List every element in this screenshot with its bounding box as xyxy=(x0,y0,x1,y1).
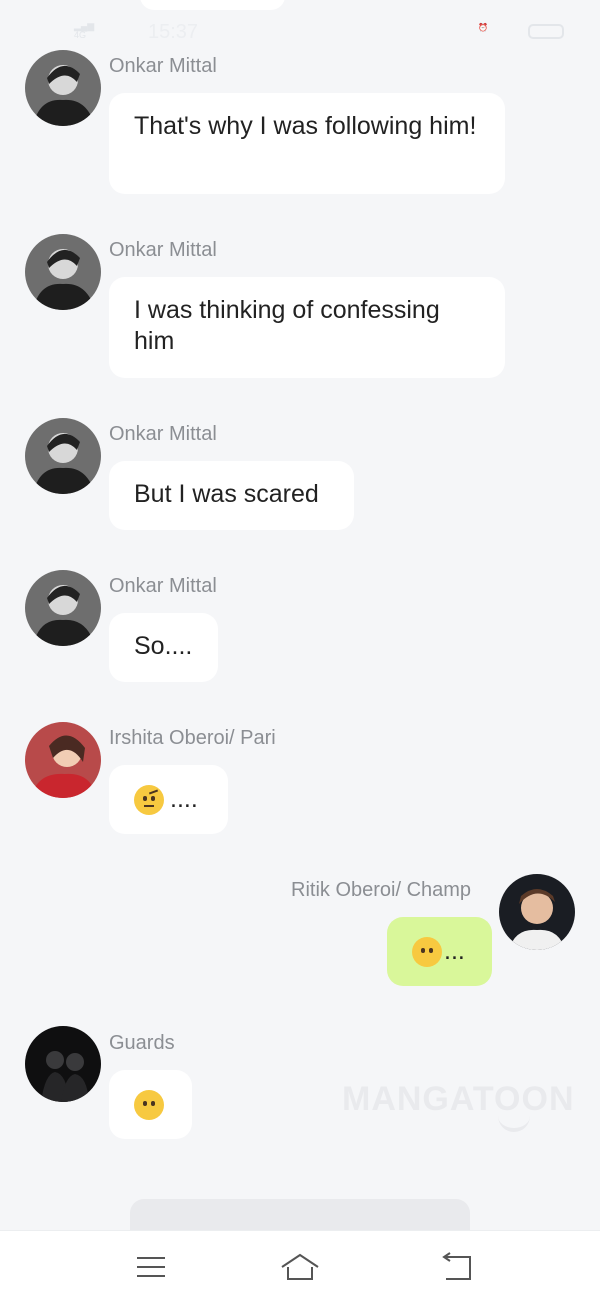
message-bubble[interactable]: But I was scared xyxy=(109,461,354,530)
guards-avatar[interactable] xyxy=(25,1026,101,1102)
message-bubble[interactable]: .... xyxy=(109,765,228,834)
message-bubble[interactable]: That's why I was following him! xyxy=(109,93,505,194)
sender-name: Onkar Mittal xyxy=(109,239,217,261)
status-time: 15:37 xyxy=(148,21,199,43)
message-text: So.... xyxy=(134,632,193,660)
battery-icon xyxy=(528,24,564,39)
message-bubble[interactable]: I was thinking of confessing him xyxy=(109,277,505,378)
onkar-avatar[interactable] xyxy=(25,570,101,646)
sender-name: Onkar Mittal xyxy=(109,423,217,445)
message-bubble[interactable] xyxy=(109,1070,192,1139)
irshita-avatar[interactable] xyxy=(25,722,101,798)
signal-icon: ▂▄▆ 4G xyxy=(74,21,95,40)
sender-name: Ritik Oberoi/ Champ xyxy=(291,879,472,901)
no-mouth-emoji-icon xyxy=(412,937,442,968)
sender-name: Guards xyxy=(109,1032,175,1054)
back-icon[interactable] xyxy=(438,1249,478,1285)
status-bar: ▂▄▆ 4G 15:37 ⏰ xyxy=(0,0,600,66)
menu-icon[interactable] xyxy=(131,1249,171,1285)
raised-eyebrow-emoji-icon xyxy=(134,785,164,816)
watermark: MANGATOON xyxy=(342,1080,575,1118)
navigation-bar xyxy=(0,1230,600,1301)
message-text: I was thinking of confessing him xyxy=(134,296,440,355)
message-text: .... xyxy=(170,785,198,813)
message-text: ... xyxy=(444,937,465,965)
onkar-avatar[interactable] xyxy=(25,50,101,126)
message-bubble[interactable]: ... xyxy=(387,917,492,986)
home-icon[interactable] xyxy=(280,1249,320,1285)
sender-name: Onkar Mittal xyxy=(109,55,217,77)
message-bubble[interactable]: So.... xyxy=(109,613,218,682)
sender-name: Irshita Oberoi/ Pari xyxy=(109,727,276,749)
onkar-avatar[interactable] xyxy=(25,234,101,310)
watermark-smile xyxy=(498,1114,530,1132)
ritik-avatar[interactable] xyxy=(499,874,575,950)
alarm-icon: ⏰ xyxy=(478,23,488,32)
onkar-avatar[interactable] xyxy=(25,418,101,494)
message-text: That's why I was following him! xyxy=(134,112,477,140)
no-mouth-emoji-icon xyxy=(134,1090,164,1121)
sender-name: Onkar Mittal xyxy=(109,575,217,597)
message-text: But I was scared xyxy=(134,480,319,508)
